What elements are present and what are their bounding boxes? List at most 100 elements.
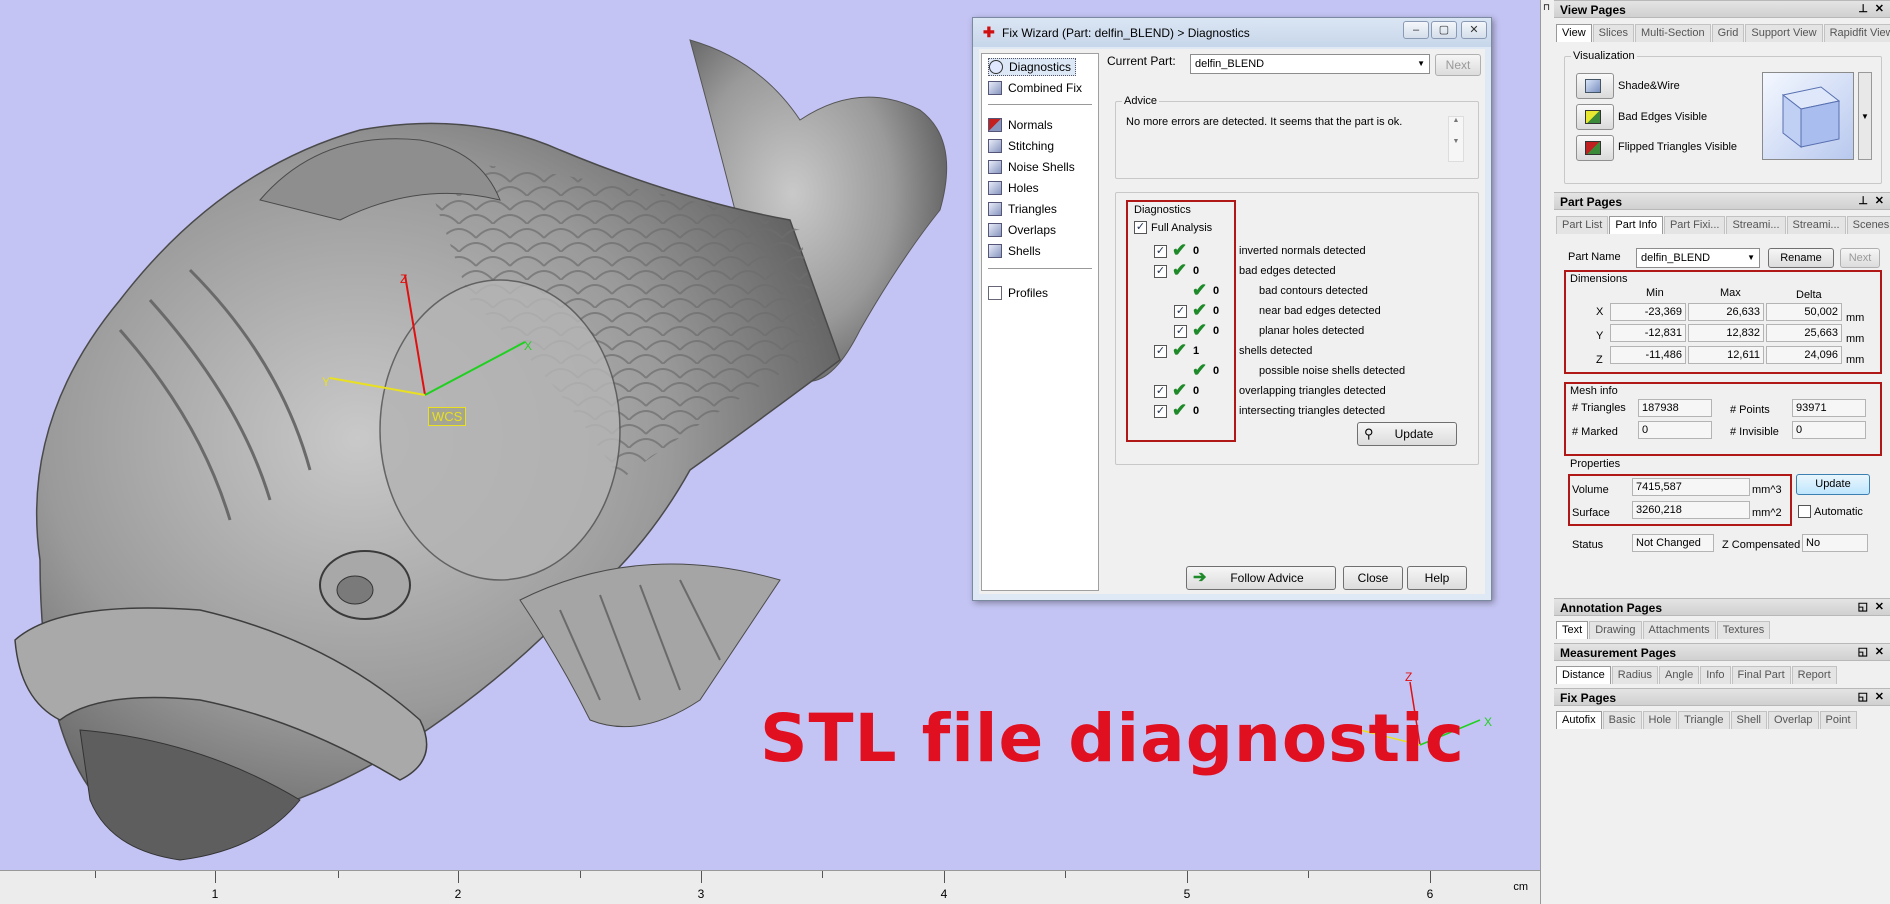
pin-icon[interactable]: ⊥ bbox=[1858, 194, 1868, 207]
surface-value[interactable]: 3260,218 bbox=[1632, 501, 1750, 519]
close-icon[interactable]: ✕ bbox=[1875, 690, 1884, 703]
tab-slices[interactable]: Slices bbox=[1592, 24, 1634, 42]
automatic-checkbox[interactable] bbox=[1798, 505, 1811, 518]
tab-text[interactable]: Text bbox=[1556, 621, 1589, 639]
tab-report[interactable]: Report bbox=[1791, 666, 1837, 684]
tab-autofix[interactable]: Autofix bbox=[1556, 711, 1602, 729]
tab-info[interactable]: Info bbox=[1700, 666, 1731, 684]
dim-x-max[interactable]: 26,633 bbox=[1688, 303, 1764, 321]
close-icon[interactable]: ✕ bbox=[1875, 600, 1884, 613]
part-next-button[interactable]: Next bbox=[1840, 248, 1880, 268]
tab-textures[interactable]: Textures bbox=[1716, 621, 1771, 639]
inverted-normals-checkbox[interactable]: ✓ bbox=[1154, 245, 1167, 258]
dim-y-max[interactable]: 12,832 bbox=[1688, 324, 1764, 342]
dim-x-min[interactable]: -23,369 bbox=[1610, 303, 1686, 321]
bad-edges-checkbox[interactable]: ✓ bbox=[1154, 265, 1167, 278]
tab-scenes[interactable]: Scenes bbox=[1846, 216, 1890, 234]
nav-shells[interactable]: Shells bbox=[988, 242, 1041, 260]
dim-z-min[interactable]: -11,486 bbox=[1610, 346, 1686, 364]
tab-overlap[interactable]: Overlap bbox=[1767, 711, 1819, 729]
tab-point[interactable]: Point bbox=[1819, 711, 1857, 729]
advice-scrollbar[interactable]: ▲ ▼ bbox=[1448, 116, 1464, 162]
flipped-triangles-button[interactable] bbox=[1576, 135, 1614, 161]
pin-icon[interactable]: ⊓ bbox=[1543, 2, 1550, 13]
tab-distance[interactable]: Distance bbox=[1556, 666, 1611, 684]
restore-icon[interactable]: ◱ bbox=[1858, 690, 1868, 703]
tab-triangle[interactable]: Triangle bbox=[1678, 711, 1730, 729]
invisible-value[interactable]: 0 bbox=[1792, 421, 1866, 439]
pin-icon[interactable]: ⊥ bbox=[1858, 2, 1868, 15]
tab-hole[interactable]: Hole bbox=[1642, 711, 1678, 729]
shade-wire-button[interactable] bbox=[1576, 73, 1614, 99]
maximize-button[interactable]: ▢ bbox=[1431, 21, 1457, 39]
close-button[interactable]: Close bbox=[1343, 566, 1403, 590]
view-pages-header[interactable]: View Pages ⊥ ✕ bbox=[1554, 0, 1890, 18]
minimize-button[interactable]: – bbox=[1403, 21, 1429, 39]
tab-angle[interactable]: Angle bbox=[1659, 666, 1700, 684]
dim-z-max[interactable]: 12,611 bbox=[1688, 346, 1764, 364]
tab-final-part[interactable]: Final Part bbox=[1731, 666, 1791, 684]
volume-value[interactable]: 7415,587 bbox=[1632, 478, 1750, 496]
tab-view[interactable]: View bbox=[1556, 24, 1592, 42]
overlapping-triangles-checkbox[interactable]: ✓ bbox=[1154, 385, 1167, 398]
dim-y-min[interactable]: -12,831 bbox=[1610, 324, 1686, 342]
fix-pages-header[interactable]: Fix Pages ◱ ✕ bbox=[1554, 688, 1890, 706]
intersecting-triangles-checkbox[interactable]: ✓ bbox=[1154, 405, 1167, 418]
diagnostics-update-button[interactable]: ⚲ Update bbox=[1357, 422, 1457, 446]
nav-holes[interactable]: Holes bbox=[988, 179, 1039, 197]
tab-part-list[interactable]: Part List bbox=[1556, 216, 1609, 234]
view-cube-dropdown[interactable]: ▼ bbox=[1858, 72, 1872, 160]
dim-z-delta[interactable]: 24,096 bbox=[1766, 346, 1842, 364]
part-name-select[interactable]: delfin_BLEND ▼ bbox=[1636, 248, 1760, 268]
wizard-titlebar[interactable]: ✚ Fix Wizard (Part: delfin_BLEND) > Diag… bbox=[973, 18, 1491, 47]
tab-streaming-2[interactable]: Streami... bbox=[1786, 216, 1846, 234]
status-value[interactable]: Not Changed bbox=[1632, 534, 1714, 552]
triangles-value[interactable]: 187938 bbox=[1638, 399, 1712, 417]
tab-radius[interactable]: Radius bbox=[1611, 666, 1659, 684]
nav-combined-fix[interactable]: Combined Fix bbox=[988, 79, 1082, 97]
nav-normals[interactable]: Normals bbox=[988, 116, 1053, 134]
tab-basic[interactable]: Basic bbox=[1602, 711, 1642, 729]
properties-update-button[interactable]: Update bbox=[1796, 474, 1870, 495]
tab-part-fixing[interactable]: Part Fixi... bbox=[1663, 216, 1726, 234]
nav-triangles[interactable]: Triangles bbox=[988, 200, 1057, 218]
part-pages-header[interactable]: Part Pages ⊥ ✕ bbox=[1554, 192, 1890, 210]
tab-streaming-1[interactable]: Streami... bbox=[1726, 216, 1786, 234]
annotation-pages-header[interactable]: Annotation Pages ◱ ✕ bbox=[1554, 598, 1890, 616]
panel-splitter[interactable]: ⊓ bbox=[1540, 0, 1554, 904]
full-analysis-checkbox[interactable]: ✓ bbox=[1134, 221, 1147, 234]
marked-value[interactable]: 0 bbox=[1638, 421, 1712, 439]
nav-overlaps[interactable]: Overlaps bbox=[988, 221, 1056, 239]
nav-stitching[interactable]: Stitching bbox=[988, 137, 1054, 155]
planar-holes-checkbox[interactable]: ✓ bbox=[1174, 325, 1187, 338]
tab-part-info[interactable]: Part Info bbox=[1609, 216, 1663, 234]
restore-icon[interactable]: ◱ bbox=[1858, 600, 1868, 613]
near-bad-edges-checkbox[interactable]: ✓ bbox=[1174, 305, 1187, 318]
z-compensated-value[interactable]: No bbox=[1802, 534, 1868, 552]
tab-rapidfit-view[interactable]: Rapidfit View bbox=[1823, 24, 1890, 42]
measurement-pages-header[interactable]: Measurement Pages ◱ ✕ bbox=[1554, 643, 1890, 661]
tab-support-view[interactable]: Support View bbox=[1745, 24, 1823, 42]
help-button[interactable]: Help bbox=[1407, 566, 1467, 590]
wizard-next-button[interactable]: Next bbox=[1435, 54, 1481, 76]
close-icon[interactable]: ✕ bbox=[1875, 194, 1884, 207]
tab-shell[interactable]: Shell bbox=[1730, 711, 1767, 729]
nav-diagnostics[interactable]: Diagnostics bbox=[988, 58, 1077, 76]
follow-advice-button[interactable]: ➔ Follow Advice bbox=[1186, 566, 1336, 590]
current-part-select[interactable]: delfin_BLEND ▼ bbox=[1190, 54, 1430, 74]
close-window-button[interactable]: ✕ bbox=[1461, 21, 1487, 39]
nav-noise-shells[interactable]: Noise Shells bbox=[988, 158, 1075, 176]
tab-multi-section[interactable]: Multi-Section bbox=[1635, 24, 1711, 42]
rename-button[interactable]: Rename bbox=[1768, 248, 1834, 268]
restore-icon[interactable]: ◱ bbox=[1858, 645, 1868, 658]
view-cube-preview[interactable] bbox=[1762, 72, 1854, 160]
close-icon[interactable]: ✕ bbox=[1875, 2, 1884, 15]
tab-attachments[interactable]: Attachments bbox=[1642, 621, 1716, 639]
shells-checkbox[interactable]: ✓ bbox=[1154, 345, 1167, 358]
nav-profiles[interactable]: Profiles bbox=[988, 284, 1048, 302]
points-value[interactable]: 93971 bbox=[1792, 399, 1866, 417]
close-icon[interactable]: ✕ bbox=[1875, 645, 1884, 658]
dim-y-delta[interactable]: 25,663 bbox=[1766, 324, 1842, 342]
tab-drawing[interactable]: Drawing bbox=[1589, 621, 1642, 639]
dim-x-delta[interactable]: 50,002 bbox=[1766, 303, 1842, 321]
